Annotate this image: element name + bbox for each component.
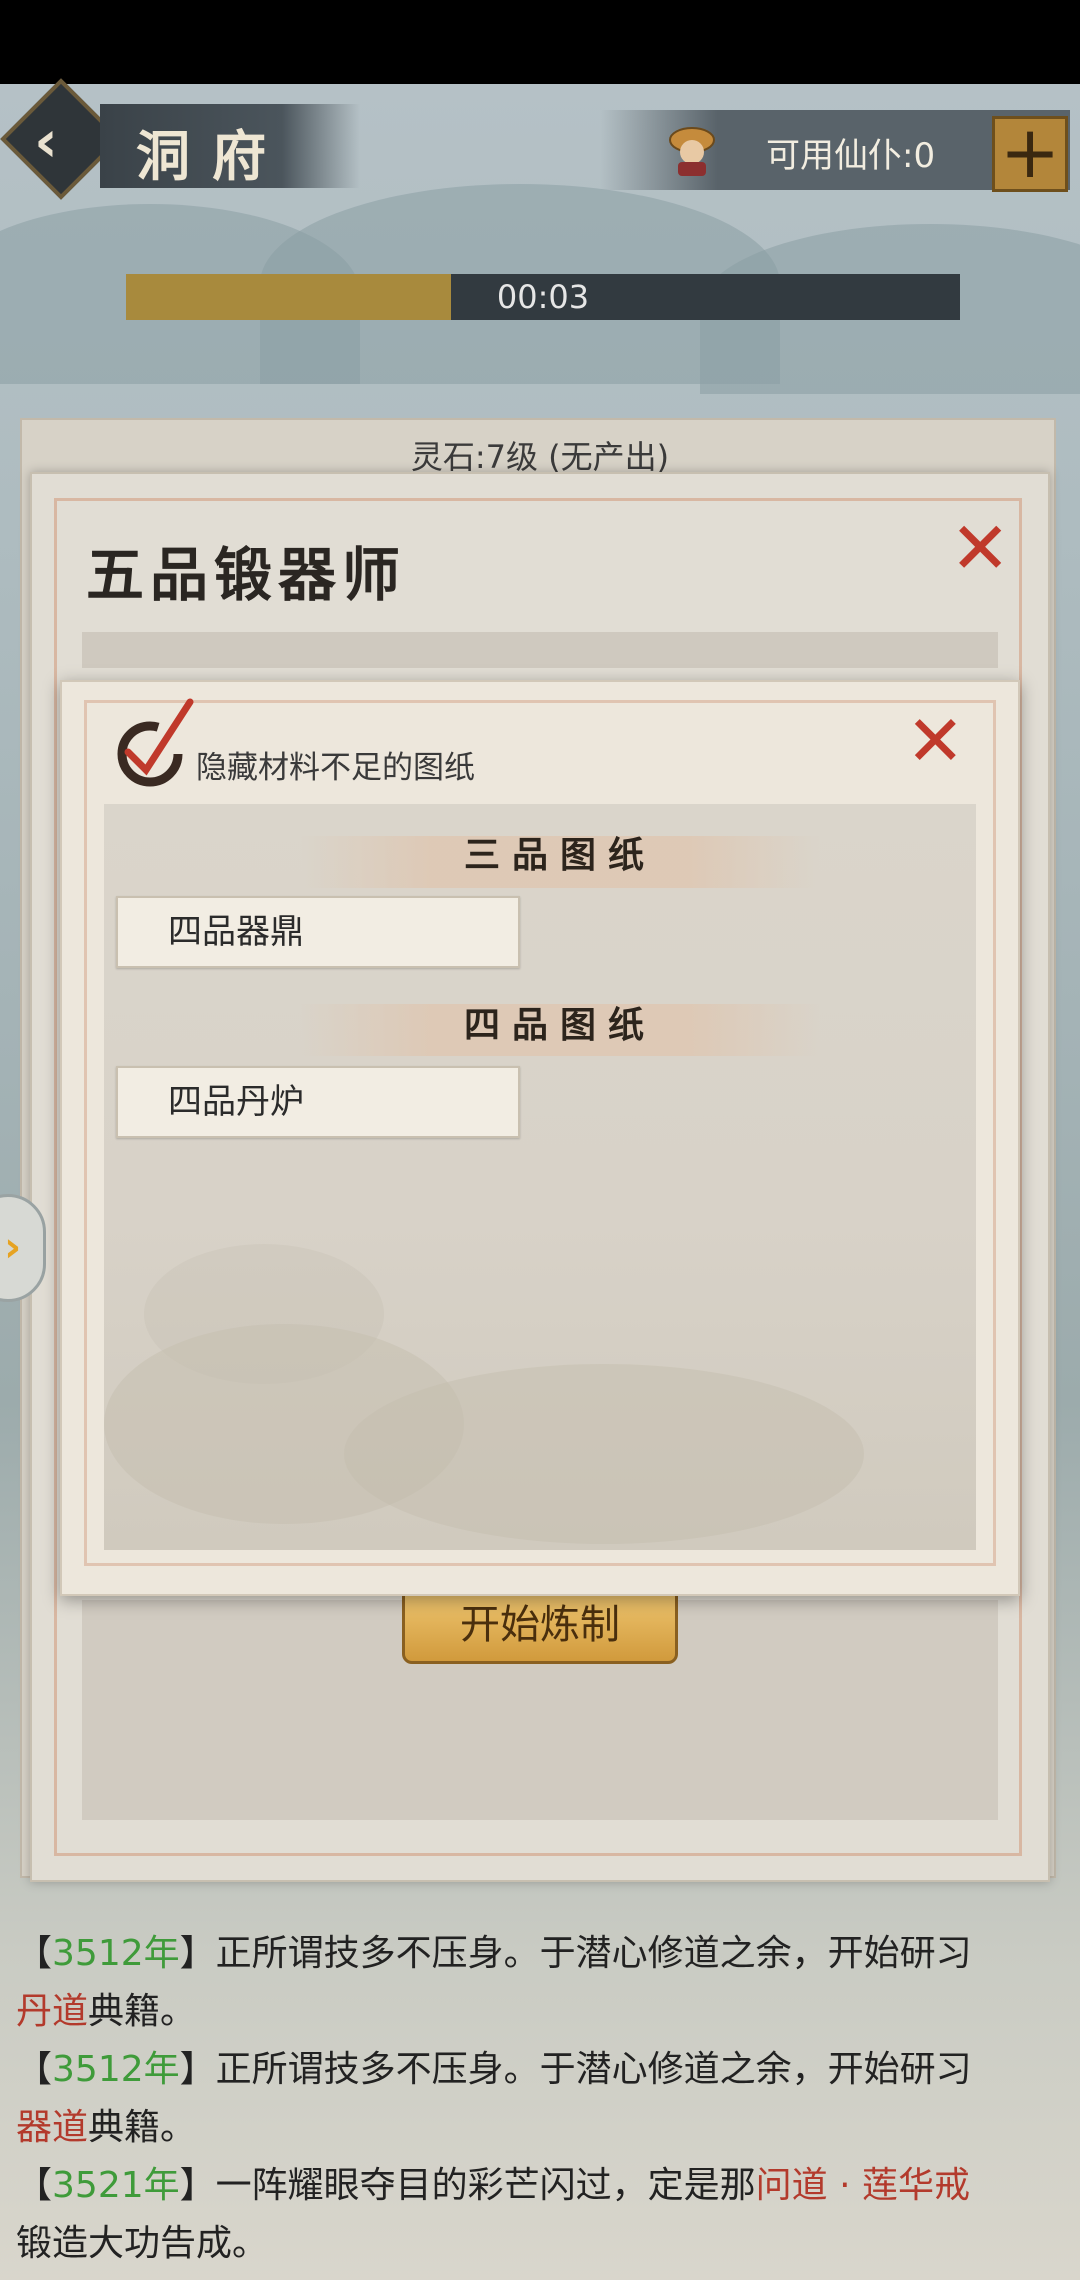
start-refine-button[interactable]: 开始炼制	[402, 1586, 678, 1664]
log-line: 锻造大功告成。	[16, 2223, 269, 2264]
page-title: 洞府	[136, 124, 288, 188]
blueprint-item[interactable]: 四品丹炉	[116, 1066, 520, 1138]
check-brush-icon[interactable]	[104, 696, 196, 792]
smith-modal-content	[82, 632, 998, 668]
available-servants: 可用仙仆:0	[766, 136, 936, 176]
plus-icon[interactable]: +	[992, 116, 1068, 192]
log-line: 器道典籍。	[16, 2107, 197, 2148]
progress-bar: 00:03	[126, 274, 960, 320]
section-title-4: 四品图纸	[463, 1004, 656, 1046]
section-title-3: 三品图纸	[463, 834, 656, 876]
smith-modal-title: 五品锻器师	[86, 541, 407, 609]
hide-insufficient-label[interactable]: 隐藏材料不足的图纸	[196, 742, 475, 787]
log-line: 丹道典籍。	[16, 1991, 197, 2032]
side-arrow-icon[interactable]: ›	[4, 1222, 21, 1271]
progress-time: 00:03	[496, 278, 590, 316]
log-line: 【3521年】一阵耀眼夺目的彩芒闪过，定是那问道 · 莲华戒	[16, 2165, 971, 2206]
blueprint-item[interactable]: 四品器鼎	[116, 896, 520, 968]
close-icon[interactable]: ✕	[906, 706, 965, 776]
log-line: 【3512年】正所谓技多不压身。于潜心修道之余，开始研习	[16, 1933, 972, 1974]
back-chevron-icon[interactable]: ‹	[34, 112, 58, 170]
log-line: 【3512年】正所谓技多不压身。于潜心修道之余，开始研习	[16, 2049, 972, 2090]
servant-hat-icon	[669, 127, 715, 176]
status-bar	[0, 0, 1080, 84]
close-icon[interactable]: ✕	[950, 512, 1010, 584]
